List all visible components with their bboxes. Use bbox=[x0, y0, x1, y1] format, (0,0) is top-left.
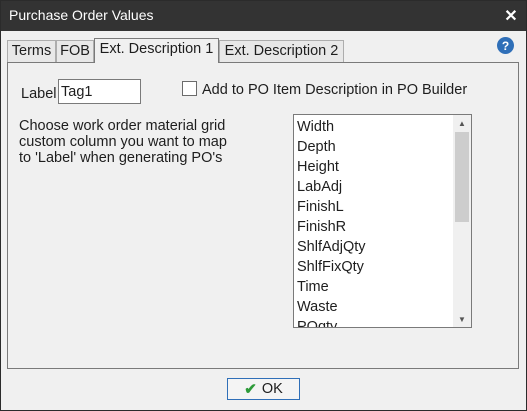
tab-ext-description-1[interactable]: Ext. Description 1 bbox=[94, 38, 219, 63]
ok-button-label: OK bbox=[261, 381, 283, 397]
list-item[interactable]: Depth bbox=[297, 137, 452, 157]
description-line: Choose work order material grid bbox=[19, 118, 226, 134]
mapping-description: Choose work order material grid custom c… bbox=[19, 118, 264, 166]
label-caption: Label bbox=[21, 86, 57, 102]
list-item[interactable]: Time bbox=[297, 277, 452, 297]
list-item[interactable]: FinishL bbox=[297, 197, 452, 217]
help-icon[interactable]: ? bbox=[497, 37, 514, 54]
scroll-thumb[interactable] bbox=[455, 132, 469, 222]
list-item[interactable]: Height bbox=[297, 157, 452, 177]
tab-ext-description-2[interactable]: Ext. Description 2 bbox=[219, 40, 344, 62]
scroll-down-arrow-icon[interactable]: ▼ bbox=[453, 311, 471, 327]
column-list-items: Width Depth Height LabAdj FinishL Finish… bbox=[297, 117, 452, 327]
checkmark-icon: ✔ bbox=[244, 381, 257, 398]
list-item[interactable]: Waste bbox=[297, 297, 452, 317]
ok-button[interactable]: ✔ OK bbox=[227, 378, 300, 400]
description-line: to 'Label' when generating PO's bbox=[19, 150, 223, 166]
list-item[interactable]: ShlfFixQty bbox=[297, 257, 452, 277]
scroll-up-arrow-icon[interactable]: ▲ bbox=[453, 115, 471, 131]
label-input[interactable] bbox=[58, 79, 141, 104]
window-title: Purchase Order Values bbox=[9, 7, 154, 23]
title-bar: Purchase Order Values ✕ bbox=[1, 1, 526, 31]
list-item[interactable]: Width bbox=[297, 117, 452, 137]
list-scrollbar[interactable]: ▲ ▼ bbox=[453, 115, 471, 327]
list-item[interactable]: ShlfAdjQty bbox=[297, 237, 452, 257]
description-line: custom column you want to map bbox=[19, 134, 227, 150]
custom-column-list[interactable]: Width Depth Height LabAdj FinishL Finish… bbox=[293, 114, 472, 328]
list-item[interactable]: POqty bbox=[297, 317, 452, 327]
add-to-po-description-label[interactable]: Add to PO Item Description in PO Builder bbox=[202, 82, 467, 98]
list-item[interactable]: LabAdj bbox=[297, 177, 452, 197]
close-icon[interactable]: ✕ bbox=[496, 1, 526, 31]
tab-fob[interactable]: FOB bbox=[56, 40, 94, 62]
add-to-po-description-checkbox[interactable] bbox=[182, 81, 197, 96]
list-item[interactable]: FinishR bbox=[297, 217, 452, 237]
tab-terms[interactable]: Terms bbox=[7, 40, 56, 62]
